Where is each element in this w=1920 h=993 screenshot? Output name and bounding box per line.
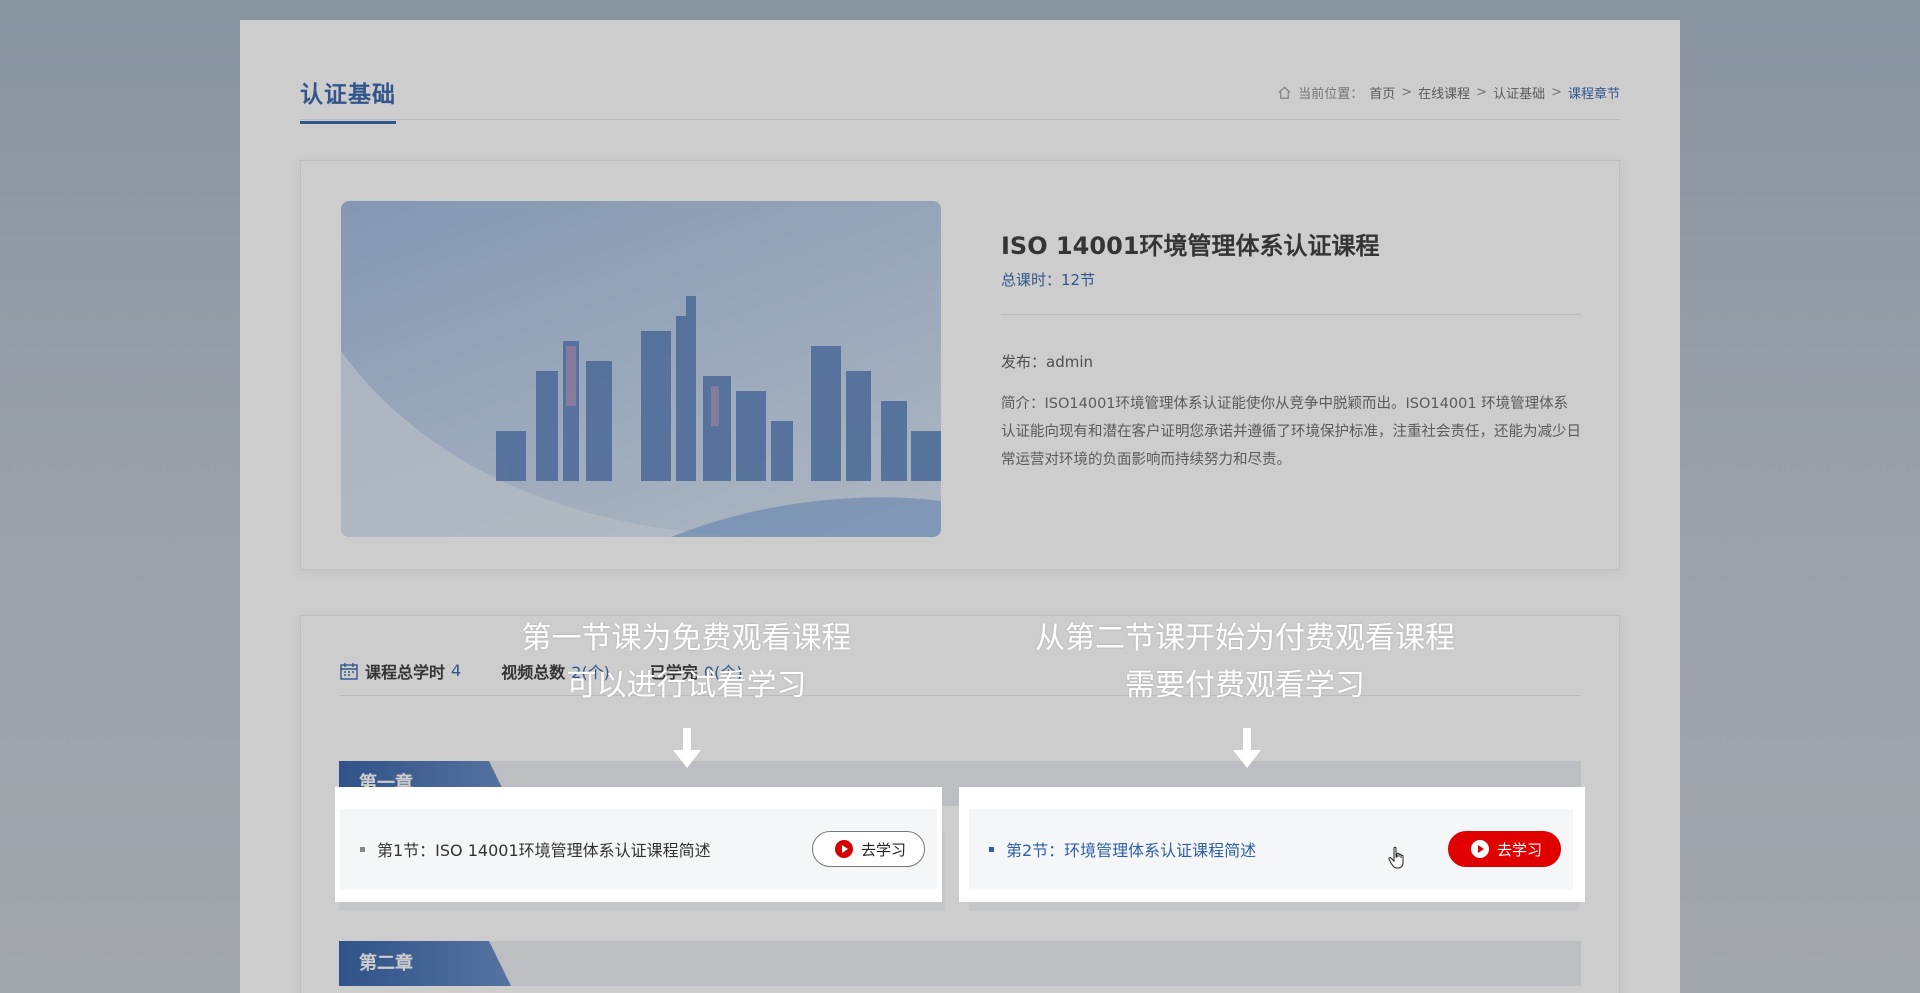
paid-lesson-callout: 从第二节课开始为付费观看课程 需要付费观看学习: [1000, 615, 1490, 709]
stat-total-hours-value: 4: [451, 661, 462, 680]
free-lesson-callout: 第一节课为免费观看课程 可以进行试看学习: [480, 615, 893, 709]
home-icon: [1278, 86, 1291, 99]
arrow-down-icon: [673, 728, 701, 768]
start-learning-button[interactable]: 去学习: [811, 831, 925, 867]
course-cover-image: [341, 201, 941, 537]
hand-cursor-icon: [1388, 846, 1404, 869]
callout-line: 需要付费观看学习: [1125, 668, 1365, 703]
bullet-icon: [360, 846, 365, 852]
stat-total-hours: 课程总学时 4: [339, 659, 461, 683]
breadcrumb-separator: >: [1401, 85, 1413, 100]
breadcrumb-cert-basics[interactable]: 认证基础: [1493, 83, 1545, 102]
breadcrumb: 当前位置： 首页 > 在线课程 > 认证基础 > 课程章节: [1277, 83, 1620, 102]
lesson-item-paid[interactable]: 第2节：环境管理体系认证课程简述 去学习: [969, 809, 1573, 889]
breadcrumb-current: 课程章节: [1567, 87, 1620, 102]
start-learning-label: 去学习: [1496, 840, 1542, 859]
lesson-title: 第1节：ISO 14001环境管理体系认证课程简述: [377, 841, 711, 860]
lesson-title: 第2节：环境管理体系认证课程简述: [1006, 841, 1257, 860]
calendar-icon: [340, 662, 358, 680]
breadcrumb-home[interactable]: 首页: [1369, 83, 1395, 102]
play-icon: [1470, 840, 1489, 858]
publisher-value: admin: [1046, 353, 1094, 371]
intro-text: ISO14001环境管理体系认证能使你从竞争中脱颖而出。ISO14001 环境管…: [1001, 396, 1581, 468]
city-skyline-illustration: [341, 296, 941, 537]
course-intro: 简介：ISO14001环境管理体系认证能使你从竞争中脱颖而出。ISO14001 …: [1001, 390, 1581, 474]
chapter-title: 第二章: [339, 941, 511, 986]
start-learning-label: 去学习: [860, 840, 906, 859]
page-header: 认证基础 当前位置： 首页 > 在线课程 > 认证基础 > 课程章节: [300, 55, 1620, 124]
highlight-paid-lesson: 第2节：环境管理体系认证课程简述 去学习: [959, 787, 1585, 902]
course-publisher: 发布：admin: [1001, 351, 1581, 372]
publisher-label: 发布：: [1001, 353, 1047, 371]
highlight-free-lesson: 第1节：ISO 14001环境管理体系认证课程简述 去学习: [335, 787, 942, 902]
arrow-down-icon: [1233, 728, 1261, 768]
play-icon: [834, 840, 853, 858]
stat-total-hours-label: 课程总学时: [365, 662, 446, 682]
page-title: 认证基础: [300, 75, 396, 124]
course-info: ISO 14001环境管理体系认证课程 总课时：12节 发布：admin 简介：…: [1001, 226, 1581, 474]
course-total-hours: 总课时：12节: [1001, 269, 1581, 315]
breadcrumb-prefix: 当前位置：: [1298, 87, 1364, 102]
bullet-icon: [989, 846, 994, 852]
callout-line: 第一节课为免费观看课程: [521, 621, 852, 656]
breadcrumb-online-courses[interactable]: 在线课程: [1418, 83, 1470, 102]
lesson-item-free[interactable]: 第1节：ISO 14001环境管理体系认证课程简述 去学习: [340, 809, 937, 889]
course-info-card: ISO 14001环境管理体系认证课程 总课时：12节 发布：admin 简介：…: [300, 160, 1620, 570]
breadcrumb-separator: >: [1551, 85, 1562, 100]
intro-label: 简介：: [1001, 396, 1045, 412]
course-name: ISO 14001环境管理体系认证课程: [1001, 232, 1380, 260]
chapter-header: 第二章: [339, 941, 1581, 986]
callout-line: 从第二节课开始为付费观看课程: [1035, 621, 1455, 656]
callout-line: 可以进行试看学习: [566, 668, 807, 703]
breadcrumb-separator: >: [1476, 85, 1488, 100]
start-learning-button[interactable]: 去学习: [1447, 831, 1561, 867]
